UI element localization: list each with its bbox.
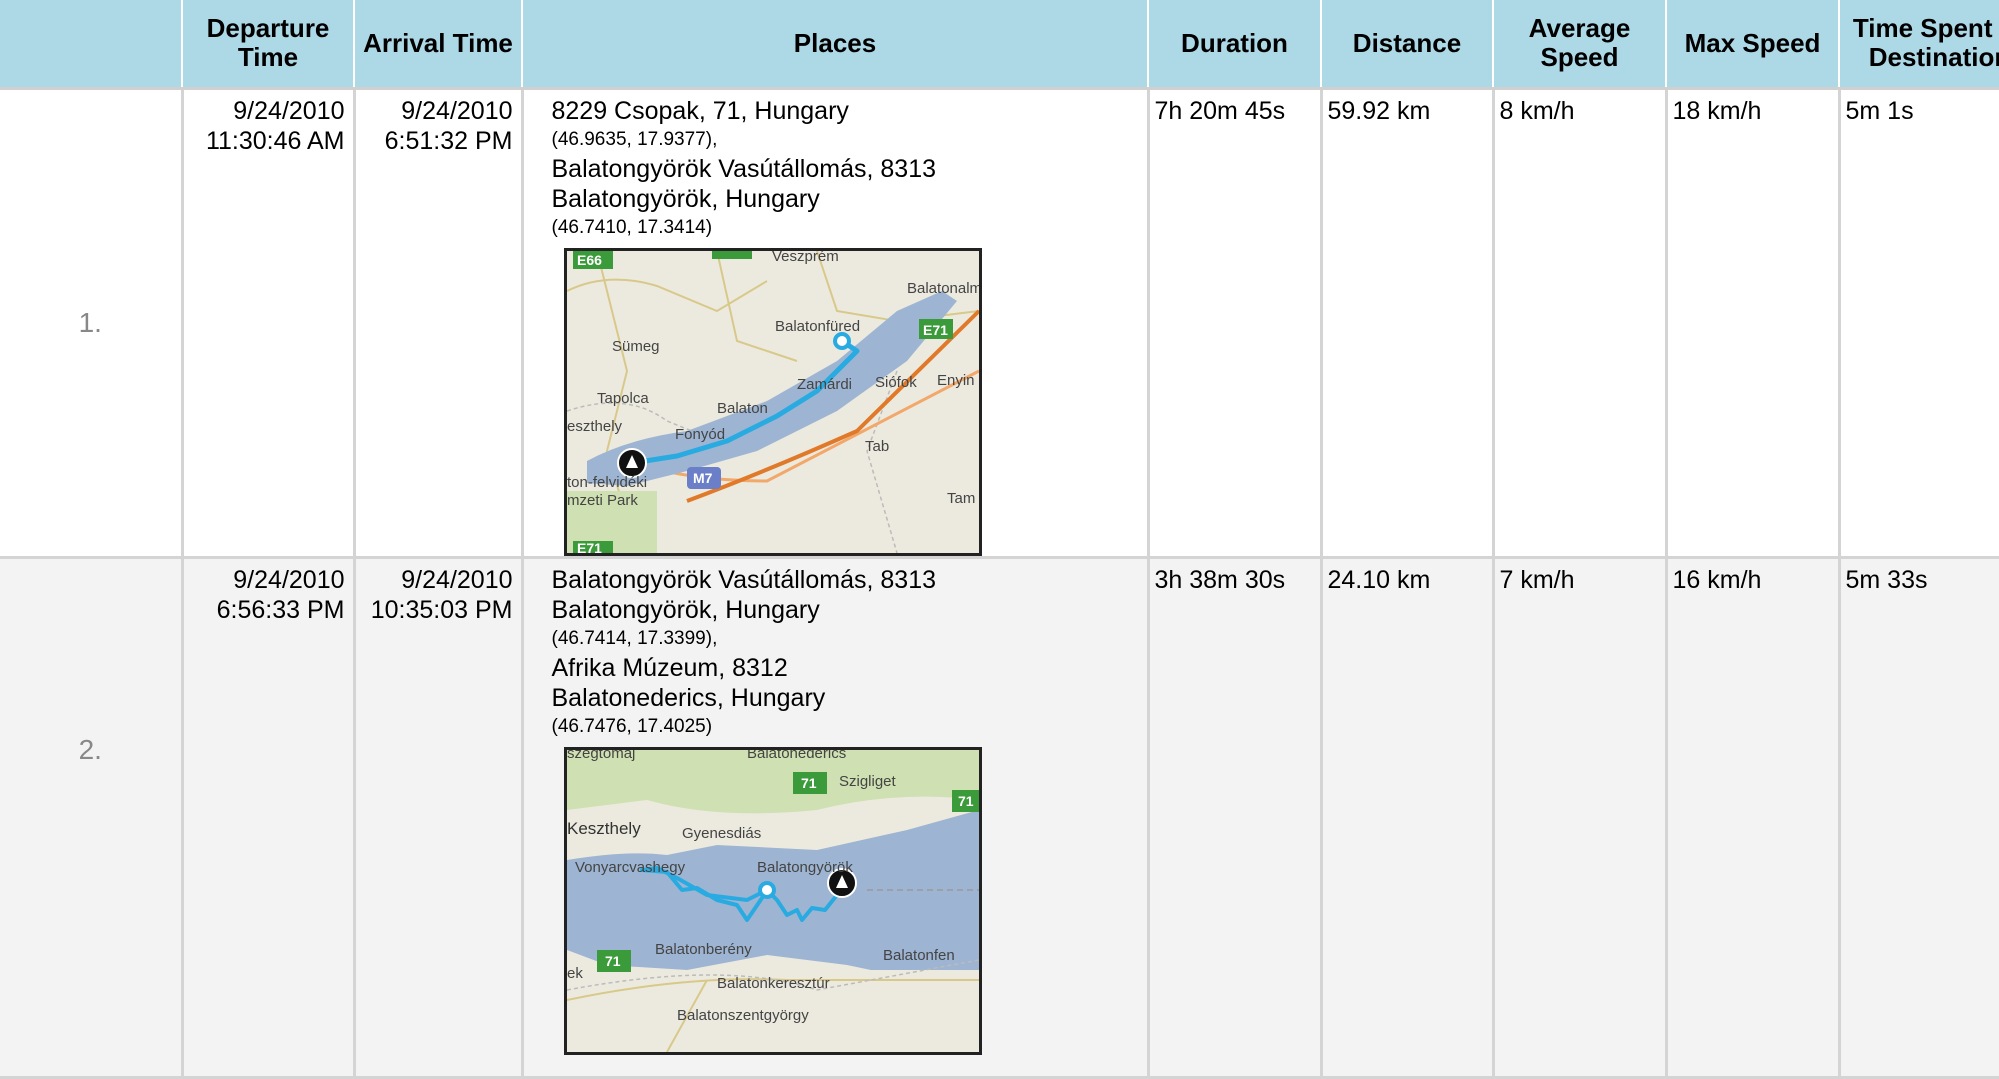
svg-text:Balatonberény: Balatonberény — [655, 941, 752, 958]
max-speed-cell: 16 km/h — [1666, 557, 1841, 1079]
from-coordinates: (46.9635, 17.9377), — [551, 128, 718, 150]
svg-text:Siófok: Siófok — [875, 374, 917, 391]
header-distance[interactable]: Distance — [1321, 0, 1494, 90]
svg-text:Tapolca: Tapolca — [597, 390, 649, 407]
svg-text:Balaton: Balaton — [717, 400, 768, 417]
header-max-speed[interactable]: Max Speed — [1666, 0, 1840, 90]
departure-cell: 9/24/2010 11:30:46 AM — [182, 88, 356, 559]
arrival-date: 9/24/2010 — [401, 565, 513, 594]
svg-text:Balatonszentgyörgy: Balatonszentgyörgy — [677, 1007, 809, 1024]
route-map-image: szegtomaj Balatonederics 71 Szigliget 71… — [566, 749, 979, 1052]
route-map[interactable]: E66 Veszprém Balatonalm Balatonfüred E71… — [563, 247, 982, 554]
svg-text:E71: E71 — [923, 322, 948, 338]
arrival-cell: 9/24/2010 10:35:03 PM — [354, 557, 524, 1079]
trip-table: Departure Time Arrival Time Places Durat… — [0, 0, 1999, 1079]
from-place: 8229 Csopak, 71, Hungary — [551, 96, 849, 125]
to-coordinates: (46.7476, 17.4025) — [551, 715, 713, 737]
svg-text:Veszprém: Veszprém — [772, 251, 839, 265]
svg-text:M7: M7 — [693, 470, 713, 486]
svg-text:Fonyód: Fonyód — [675, 426, 725, 443]
max-speed-cell: 18 km/h — [1666, 88, 1841, 559]
header-index — [0, 0, 183, 90]
duration-cell: 3h 38m 30s — [1148, 557, 1323, 1079]
svg-text:71: 71 — [801, 775, 817, 791]
distance-cell: 24.10 km — [1321, 557, 1495, 1079]
header-departure[interactable]: Departure Time — [182, 0, 355, 90]
header-average-speed[interactable]: Average Speed — [1493, 0, 1667, 90]
to-place-line2: Balatonederics, Hungary — [551, 683, 826, 712]
time-spent-cell: 5m 33s — [1839, 557, 1999, 1079]
arrival-date: 9/24/2010 — [401, 96, 513, 125]
to-place-line1: Balatongyörök Vasútállomás, 8313 — [551, 154, 937, 183]
places-cell: Balatongyörök Vasútállomás, 8313 Balaton… — [522, 557, 1150, 1079]
departure-date: 9/24/2010 — [233, 565, 345, 594]
svg-text:Zamárdi: Zamárdi — [797, 376, 852, 393]
svg-text:Balatonederics: Balatonederics — [747, 750, 846, 762]
duration-cell: 7h 20m 45s — [1148, 88, 1323, 559]
header-arrival[interactable]: Arrival Time — [354, 0, 523, 90]
svg-text:ton-felvidéki: ton-felvidéki — [567, 474, 647, 491]
svg-text:Tam: Tam — [947, 490, 975, 507]
distance-cell: 59.92 km — [1321, 88, 1495, 559]
route-map[interactable]: szegtomaj Balatonederics 71 Szigliget 71… — [563, 746, 982, 1055]
from-place-line2: Balatongyörök, Hungary — [551, 595, 820, 624]
svg-text:eszthely: eszthely — [567, 418, 623, 435]
average-speed-cell: 7 km/h — [1493, 557, 1668, 1079]
arrival-time: 10:35:03 PM — [370, 595, 513, 624]
from-coordinates: (46.7414, 17.3399), — [551, 627, 718, 649]
table-row: 2. 9/24/2010 6:56:33 PM 9/24/2010 10:35:… — [0, 557, 1999, 1079]
places-cell: 8229 Csopak, 71, Hungary (46.9635, 17.93… — [522, 88, 1150, 559]
row-index: 1. — [0, 88, 184, 559]
average-speed-cell: 8 km/h — [1493, 88, 1668, 559]
departure-cell: 9/24/2010 6:56:33 PM — [182, 557, 356, 1079]
svg-text:E66: E66 — [577, 252, 602, 268]
svg-text:Balatonkeresztúr: Balatonkeresztúr — [717, 975, 830, 992]
route-map-image: E66 Veszprém Balatonalm Balatonfüred E71… — [566, 250, 979, 553]
departure-time: 11:30:46 AM — [205, 126, 345, 155]
table-row: 1. 9/24/2010 11:30:46 AM 9/24/2010 6:51:… — [0, 88, 1999, 559]
svg-text:mzeti Park: mzeti Park — [567, 492, 638, 509]
to-coordinates: (46.7410, 17.3414) — [551, 216, 713, 238]
svg-text:Sümeg: Sümeg — [612, 338, 660, 355]
svg-text:Tab: Tab — [865, 438, 889, 455]
header-places[interactable]: Places — [522, 0, 1149, 90]
svg-text:Balatongyörök: Balatongyörök — [757, 859, 853, 876]
header-time-spent[interactable]: Time Spent At Destination — [1839, 0, 1999, 90]
svg-text:Enyin: Enyin — [937, 372, 975, 389]
svg-text:Balatonalm: Balatonalm — [907, 280, 979, 297]
arrival-time: 6:51:32 PM — [384, 126, 513, 155]
time-spent-cell: 5m 1s — [1839, 88, 1999, 559]
svg-text:Gyenesdiás: Gyenesdiás — [682, 825, 761, 842]
svg-text:E71: E71 — [577, 540, 602, 553]
header-duration[interactable]: Duration — [1148, 0, 1322, 90]
svg-text:Keszthely: Keszthely — [567, 819, 641, 838]
svg-text:Szigliget: Szigliget — [839, 773, 897, 790]
from-place-line1: Balatongyörök Vasútállomás, 8313 — [551, 565, 937, 594]
svg-text:Balatonfüred: Balatonfüred — [775, 318, 860, 335]
to-place-line1: Afrika Múzeum, 8312 — [551, 653, 788, 682]
arrival-cell: 9/24/2010 6:51:32 PM — [354, 88, 524, 559]
svg-text:71: 71 — [958, 793, 974, 809]
svg-text:Vonyarcvashegy: Vonyarcvashegy — [575, 859, 686, 876]
departure-time: 6:56:33 PM — [216, 595, 345, 624]
row-index: 2. — [0, 557, 184, 1079]
svg-text:szegtomaj: szegtomaj — [567, 750, 635, 762]
departure-date: 9/24/2010 — [233, 96, 345, 125]
svg-text:Balatonfen: Balatonfen — [883, 947, 955, 964]
svg-text:71: 71 — [605, 953, 621, 969]
header-row: Departure Time Arrival Time Places Durat… — [0, 0, 1999, 90]
svg-text:ek: ek — [567, 965, 583, 982]
to-place-line2: Balatongyörök, Hungary — [551, 184, 820, 213]
